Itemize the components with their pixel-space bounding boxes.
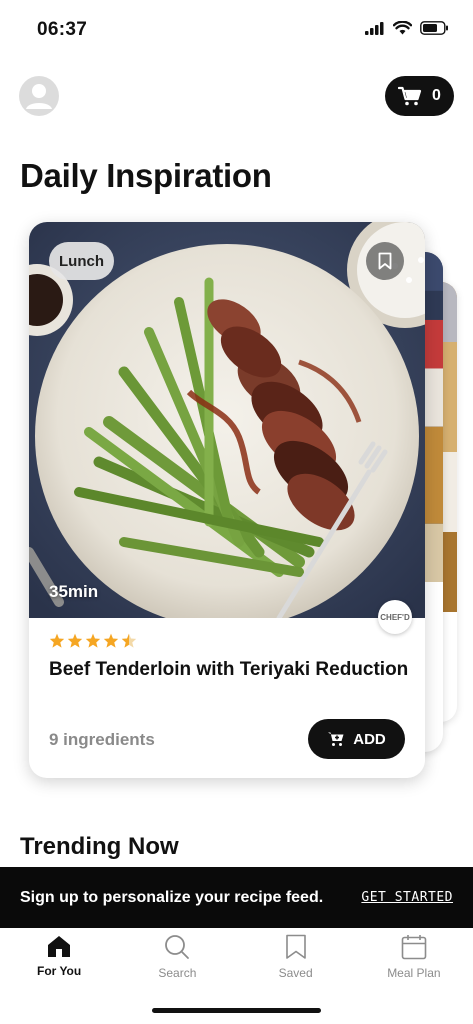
tab-saved[interactable]: Saved: [237, 928, 355, 988]
battery-icon: [420, 21, 448, 35]
tab-label: Meal Plan: [387, 966, 441, 980]
tab-meal-plan[interactable]: Meal Plan: [355, 928, 473, 988]
status-time: 06:37: [37, 19, 88, 40]
recipe-card[interactable]: Lunch 35min CHEF'D Beef Tenderloin with …: [29, 222, 425, 778]
tab-for-you[interactable]: For You: [0, 928, 118, 988]
star-half-icon: [121, 633, 137, 648]
cart-add-icon: [328, 732, 344, 746]
bookmark-icon: [378, 252, 392, 270]
star-icon: [85, 633, 101, 648]
star-icon: [103, 633, 119, 648]
trending-title: Trending Now: [20, 833, 179, 860]
search-icon: [165, 935, 190, 959]
tab-label: Saved: [278, 966, 313, 980]
meal-tag: Lunch: [49, 242, 114, 280]
avatar[interactable]: [19, 76, 59, 116]
recipe-title: Beef Tenderloin with Teriyaki Reduction: [49, 659, 409, 680]
recipe-image: [29, 222, 425, 618]
bookmark-icon: [285, 934, 306, 959]
cart-count: 0: [432, 87, 441, 104]
star-icon: [49, 633, 65, 648]
cart-button[interactable]: 0: [385, 76, 454, 116]
home-indicator: [152, 1008, 321, 1013]
brand-logo-text: CHEF'D: [380, 612, 410, 622]
home-icon: [48, 936, 71, 957]
calendar-icon: [401, 935, 427, 960]
user-icon: [26, 84, 52, 109]
get-started-link[interactable]: GET STARTED: [361, 890, 453, 905]
tab-label: Search: [158, 966, 197, 980]
rating-stars: [49, 633, 137, 648]
star-icon: [67, 633, 83, 648]
status-bar: 06:37: [0, 0, 473, 60]
signup-text: Sign up to personalize your recipe feed.: [20, 888, 324, 906]
section-title: Daily Inspiration: [20, 157, 272, 194]
signup-banner: Sign up to personalize your recipe feed.…: [0, 867, 473, 928]
ingredient-count: 9 ingredients: [49, 730, 155, 749]
add-to-cart-button[interactable]: ADD: [308, 719, 405, 759]
brand-logo: CHEF'D: [378, 600, 412, 634]
add-label: ADD: [353, 730, 386, 748]
cart-icon: [398, 86, 422, 106]
cook-time: 35min: [49, 582, 99, 601]
tab-bar: For You Search Saved Meal Plan: [0, 928, 473, 988]
bookmark-button[interactable]: [366, 242, 404, 280]
signal-icon: [365, 21, 384, 35]
tab-search[interactable]: Search: [118, 928, 236, 988]
wifi-icon: [393, 21, 412, 35]
tab-label: For You: [37, 964, 82, 978]
status-icons: [365, 21, 449, 35]
